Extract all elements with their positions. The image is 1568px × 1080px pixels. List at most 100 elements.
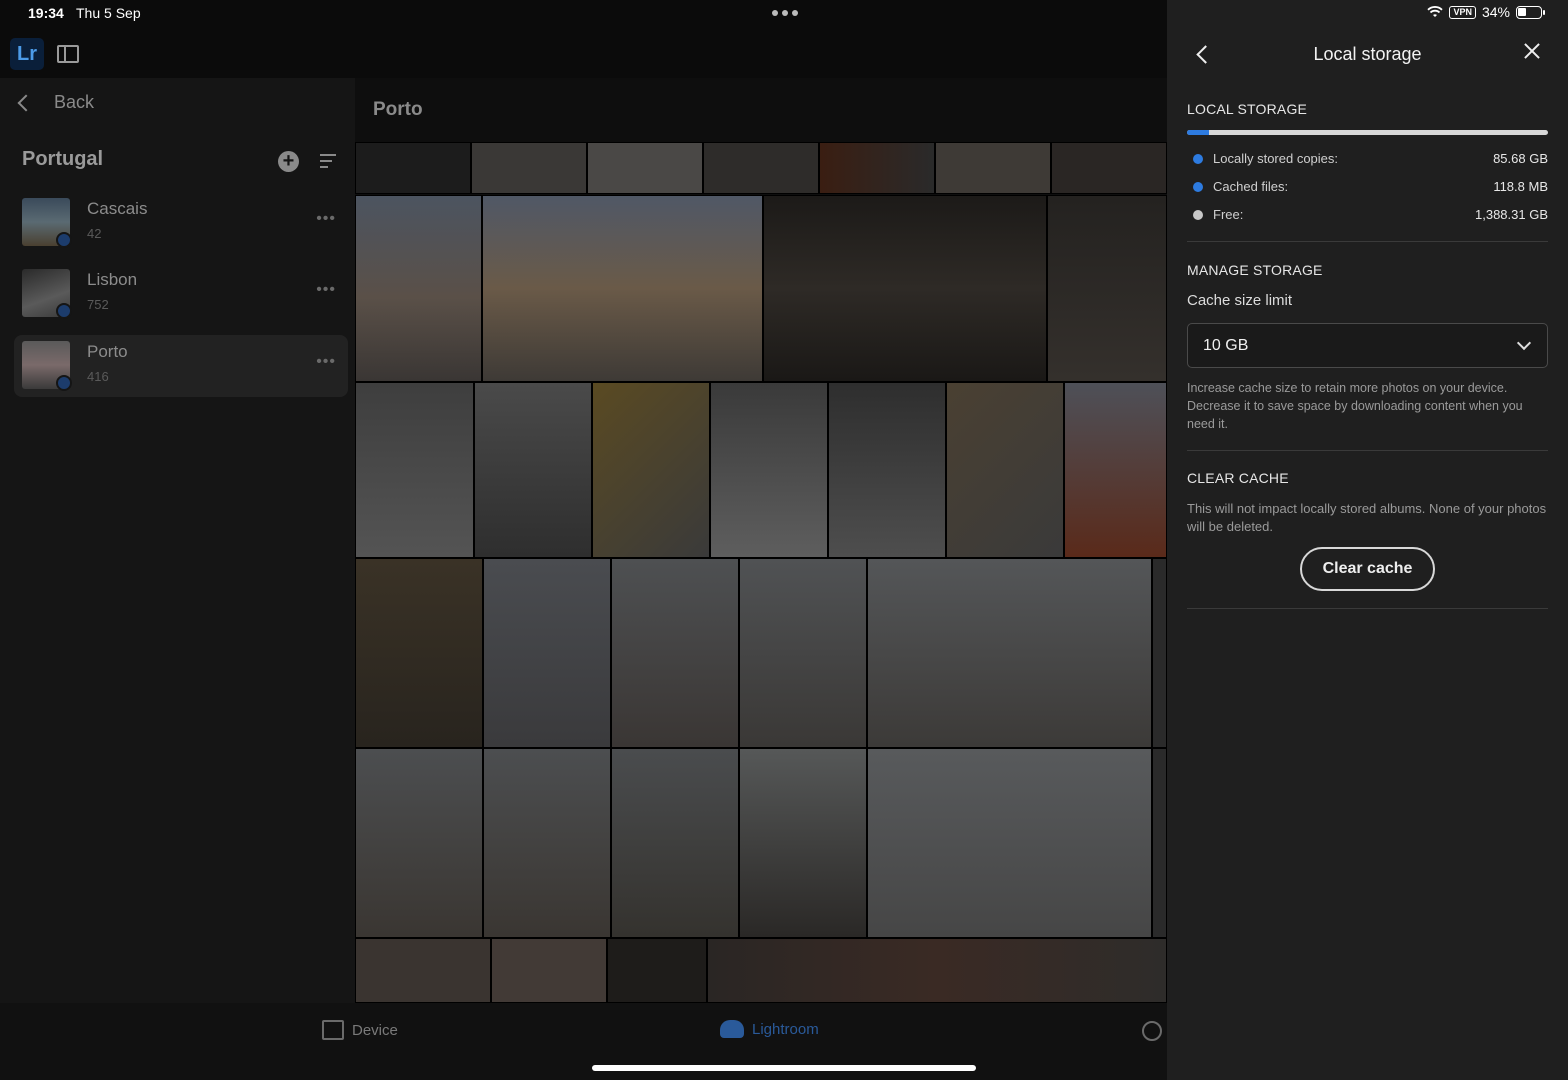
photo-thumbnail[interactable] xyxy=(707,938,1167,1003)
photo-thumbnail[interactable] xyxy=(592,382,710,558)
lightroom-logo: Lr xyxy=(10,38,44,70)
legend-value: 85.68 GB xyxy=(1493,151,1548,166)
sync-badge-icon xyxy=(56,375,72,391)
photo-thumbnail[interactable] xyxy=(819,142,935,194)
panel-title: Local storage xyxy=(1313,44,1422,64)
album-name: Lisbon xyxy=(87,270,138,289)
photo-thumbnail[interactable] xyxy=(1051,142,1167,194)
sort-icon[interactable] xyxy=(320,154,340,170)
status-date: Thu 5 Sep xyxy=(76,5,141,21)
cache-size-label: Cache size limit xyxy=(1187,292,1293,309)
photo-thumbnail[interactable] xyxy=(491,938,607,1003)
more-options-icon[interactable]: ••• xyxy=(316,210,336,228)
photo-thumbnail[interactable] xyxy=(739,748,867,938)
photo-thumbnail[interactable] xyxy=(482,195,763,382)
photo-thumbnail[interactable] xyxy=(355,748,483,938)
status-time: 19:34 xyxy=(28,5,64,21)
status-indicators: VPN 34% xyxy=(1427,4,1545,20)
legend-label: Locally stored copies: xyxy=(1213,151,1339,166)
panel-header: Local storage xyxy=(1167,28,1568,82)
cache-size-select[interactable]: 10 GB xyxy=(1187,323,1548,368)
vpn-badge: VPN xyxy=(1449,5,1476,19)
legend-cached-files: Cached files: 118.8 MB xyxy=(1187,179,1548,197)
photo-thumbnail[interactable] xyxy=(763,195,1047,382)
photo-thumbnail[interactable] xyxy=(607,938,707,1003)
globe-icon[interactable] xyxy=(1142,1021,1162,1041)
section-clear-cache: CLEAR CACHE xyxy=(1187,470,1289,486)
cache-size-value: 10 GB xyxy=(1203,337,1249,354)
album-count: 752 xyxy=(87,297,109,312)
multitasking-dots-icon[interactable] xyxy=(772,10,798,16)
more-options-icon[interactable]: ••• xyxy=(316,281,336,299)
add-album-icon[interactable]: + xyxy=(278,151,299,172)
legend-value: 118.8 MB xyxy=(1493,179,1548,194)
album-item-cascais[interactable]: Cascais 42 ••• xyxy=(14,192,348,254)
photo-thumbnail[interactable] xyxy=(587,142,703,194)
album-item-porto[interactable]: Porto 416 ••• xyxy=(14,335,348,397)
folder-title: Portugal xyxy=(22,148,104,170)
photo-thumbnail[interactable] xyxy=(739,558,867,748)
sidebar-toggle-icon[interactable] xyxy=(57,45,79,63)
divider xyxy=(1187,241,1548,242)
divider xyxy=(1187,450,1548,451)
bottom-tab-bar: Device Lightroom xyxy=(0,1003,1167,1080)
more-options-icon[interactable]: ••• xyxy=(316,353,336,371)
photo-thumbnail[interactable] xyxy=(355,382,474,558)
photo-thumbnail[interactable] xyxy=(483,558,611,748)
photo-thumbnail[interactable] xyxy=(1064,382,1167,558)
tab-lightroom-label: Lightroom xyxy=(752,1020,819,1038)
wifi-icon xyxy=(1427,6,1444,17)
photo-thumbnail[interactable] xyxy=(867,748,1152,938)
album-name: Porto xyxy=(87,342,128,361)
album-count: 42 xyxy=(87,226,102,241)
photo-thumbnail[interactable] xyxy=(355,195,482,382)
legend-label: Cached files: xyxy=(1213,179,1289,194)
photo-thumbnail[interactable] xyxy=(611,558,739,748)
sync-badge-icon xyxy=(56,303,72,319)
sync-badge-icon xyxy=(56,232,72,248)
grid-title: Porto xyxy=(373,99,423,120)
photo-thumbnail[interactable] xyxy=(710,382,828,558)
tab-device-label: Device xyxy=(352,1021,398,1039)
album-name: Cascais xyxy=(87,199,148,218)
battery-icon xyxy=(1516,5,1545,19)
home-indicator[interactable] xyxy=(592,1065,976,1071)
photo-thumbnail[interactable] xyxy=(946,382,1064,558)
chevron-left-icon xyxy=(17,94,35,111)
photo-thumbnail[interactable] xyxy=(611,748,739,938)
lightroom-app: Lr Back Portugal + Cascais 42 ••• Lisbon… xyxy=(0,0,1167,1080)
photo-thumbnail[interactable] xyxy=(355,938,491,1003)
photo-thumbnail[interactable] xyxy=(355,558,483,748)
legend-dot xyxy=(1193,210,1203,220)
photo-grid: Porto xyxy=(355,78,1167,1003)
back-button[interactable]: Back xyxy=(17,92,95,113)
close-icon[interactable] xyxy=(1523,42,1541,60)
legend-value: 1,388.31 GB xyxy=(1475,207,1548,222)
photo-thumbnail[interactable] xyxy=(703,142,819,194)
legend-label: Free: xyxy=(1213,207,1244,222)
albums-sidebar: Back Portugal + Cascais 42 ••• Lisbon 75… xyxy=(0,78,355,1003)
cloud-photos-icon xyxy=(720,1020,744,1038)
photo-thumbnail[interactable] xyxy=(935,142,1051,194)
photo-thumbnail[interactable] xyxy=(1152,558,1167,748)
photo-thumbnail[interactable] xyxy=(471,142,587,194)
legend-dot xyxy=(1193,182,1203,192)
tab-lightroom[interactable]: Lightroom xyxy=(720,1020,819,1038)
tab-device[interactable]: Device xyxy=(322,1020,398,1040)
photo-thumbnail[interactable] xyxy=(828,382,946,558)
photo-thumbnail[interactable] xyxy=(1152,748,1167,938)
photo-thumbnail[interactable] xyxy=(483,748,611,938)
legend-free: Free: 1,388.31 GB xyxy=(1187,207,1548,225)
legend-locally-stored: Locally stored copies: 85.68 GB xyxy=(1187,151,1548,169)
clear-cache-button[interactable]: Clear cache xyxy=(1300,547,1435,591)
cache-size-help: Increase cache size to retain more photo… xyxy=(1187,381,1523,431)
photo-thumbnail[interactable] xyxy=(1047,195,1167,382)
photo-thumbnail[interactable] xyxy=(355,142,471,194)
photo-thumbnail[interactable] xyxy=(867,558,1152,748)
album-item-lisbon[interactable]: Lisbon 752 ••• xyxy=(14,263,348,325)
storage-usage-fill xyxy=(1187,130,1209,135)
chevron-down-icon xyxy=(1516,335,1532,351)
battery-percent: 34% xyxy=(1481,4,1510,20)
photo-thumbnail[interactable] xyxy=(474,382,592,558)
back-label: Back xyxy=(54,92,95,112)
